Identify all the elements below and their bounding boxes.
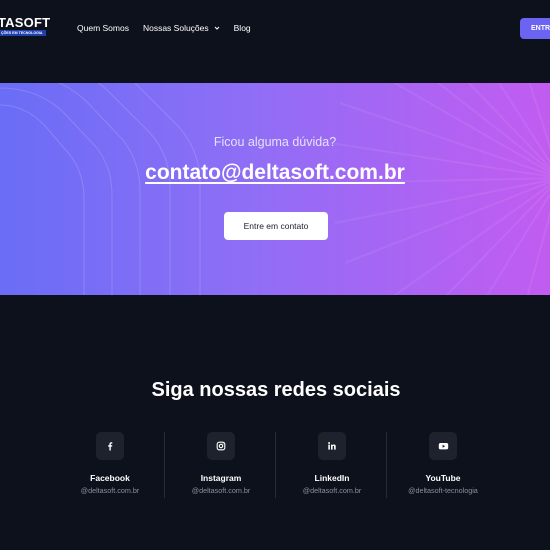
nav-item-blog[interactable]: Blog (234, 21, 251, 35)
nav-menu: Quem Somos Nossas Soluções Blog (77, 21, 265, 35)
enter-button[interactable]: ENTR (520, 18, 550, 39)
nav-item-quem-somos[interactable]: Quem Somos (77, 21, 129, 35)
column-divider (275, 432, 276, 498)
deltasoft-logo[interactable]: TASOFT ÇÕES EM TECNOLOGIA (0, 16, 50, 40)
social-handle: @deltasoft.com.br (191, 486, 251, 495)
social-name: YouTube (425, 473, 461, 483)
nav-item-nossas-solucoes[interactable]: Nossas Soluções (143, 21, 220, 35)
logo-tagline: ÇÕES EM TECNOLOGIA (0, 30, 46, 36)
column-divider (164, 432, 165, 498)
social-name: LinkedIn (314, 473, 350, 483)
contact-hero-banner: Ficou alguma dúvida? contato@deltasoft.c… (0, 83, 550, 295)
contact-us-button[interactable]: Entre em contato (224, 212, 328, 240)
nav-item-label: Blog (233, 23, 251, 33)
logo-wordmark: TASOFT (0, 16, 50, 30)
social-links-grid: Facebook @deltasoft.com.br Instagram @de… (55, 432, 550, 502)
social-section-title: Siga nossas redes sociais (151, 379, 401, 401)
hero-decoration (0, 83, 550, 295)
social-handle: @deltasoft-tecnologia (408, 486, 478, 495)
hero-question: Ficou alguma dúvida? (213, 135, 337, 149)
chevron-down-icon (214, 26, 219, 30)
nav-item-label: Quem Somos (77, 23, 129, 33)
contact-email-link[interactable]: contato@deltasoft.com.br (0, 160, 550, 186)
social-item-youtube[interactable]: YouTube @deltasoft-tecnologia (388, 432, 498, 500)
social-handle: @deltasoft.com.br (302, 486, 362, 495)
facebook-icon[interactable] (96, 432, 124, 460)
social-handle: @deltasoft.com.br (80, 486, 140, 495)
instagram-icon[interactable] (207, 432, 235, 460)
social-item-facebook[interactable]: Facebook @deltasoft.com.br (55, 432, 165, 500)
social-name: Instagram (200, 473, 242, 483)
social-item-instagram[interactable]: Instagram @deltasoft.com.br (166, 432, 276, 500)
nav-item-label: Nossas Soluções (142, 23, 209, 33)
column-divider (386, 432, 387, 498)
social-item-linkedin[interactable]: LinkedIn @deltasoft.com.br (277, 432, 387, 500)
social-name: Facebook (90, 473, 130, 483)
top-navbar: TASOFT ÇÕES EM TECNOLOGIA Quem Somos Nos… (0, 0, 550, 56)
linkedin-icon[interactable] (318, 432, 346, 460)
youtube-icon[interactable] (429, 432, 457, 460)
